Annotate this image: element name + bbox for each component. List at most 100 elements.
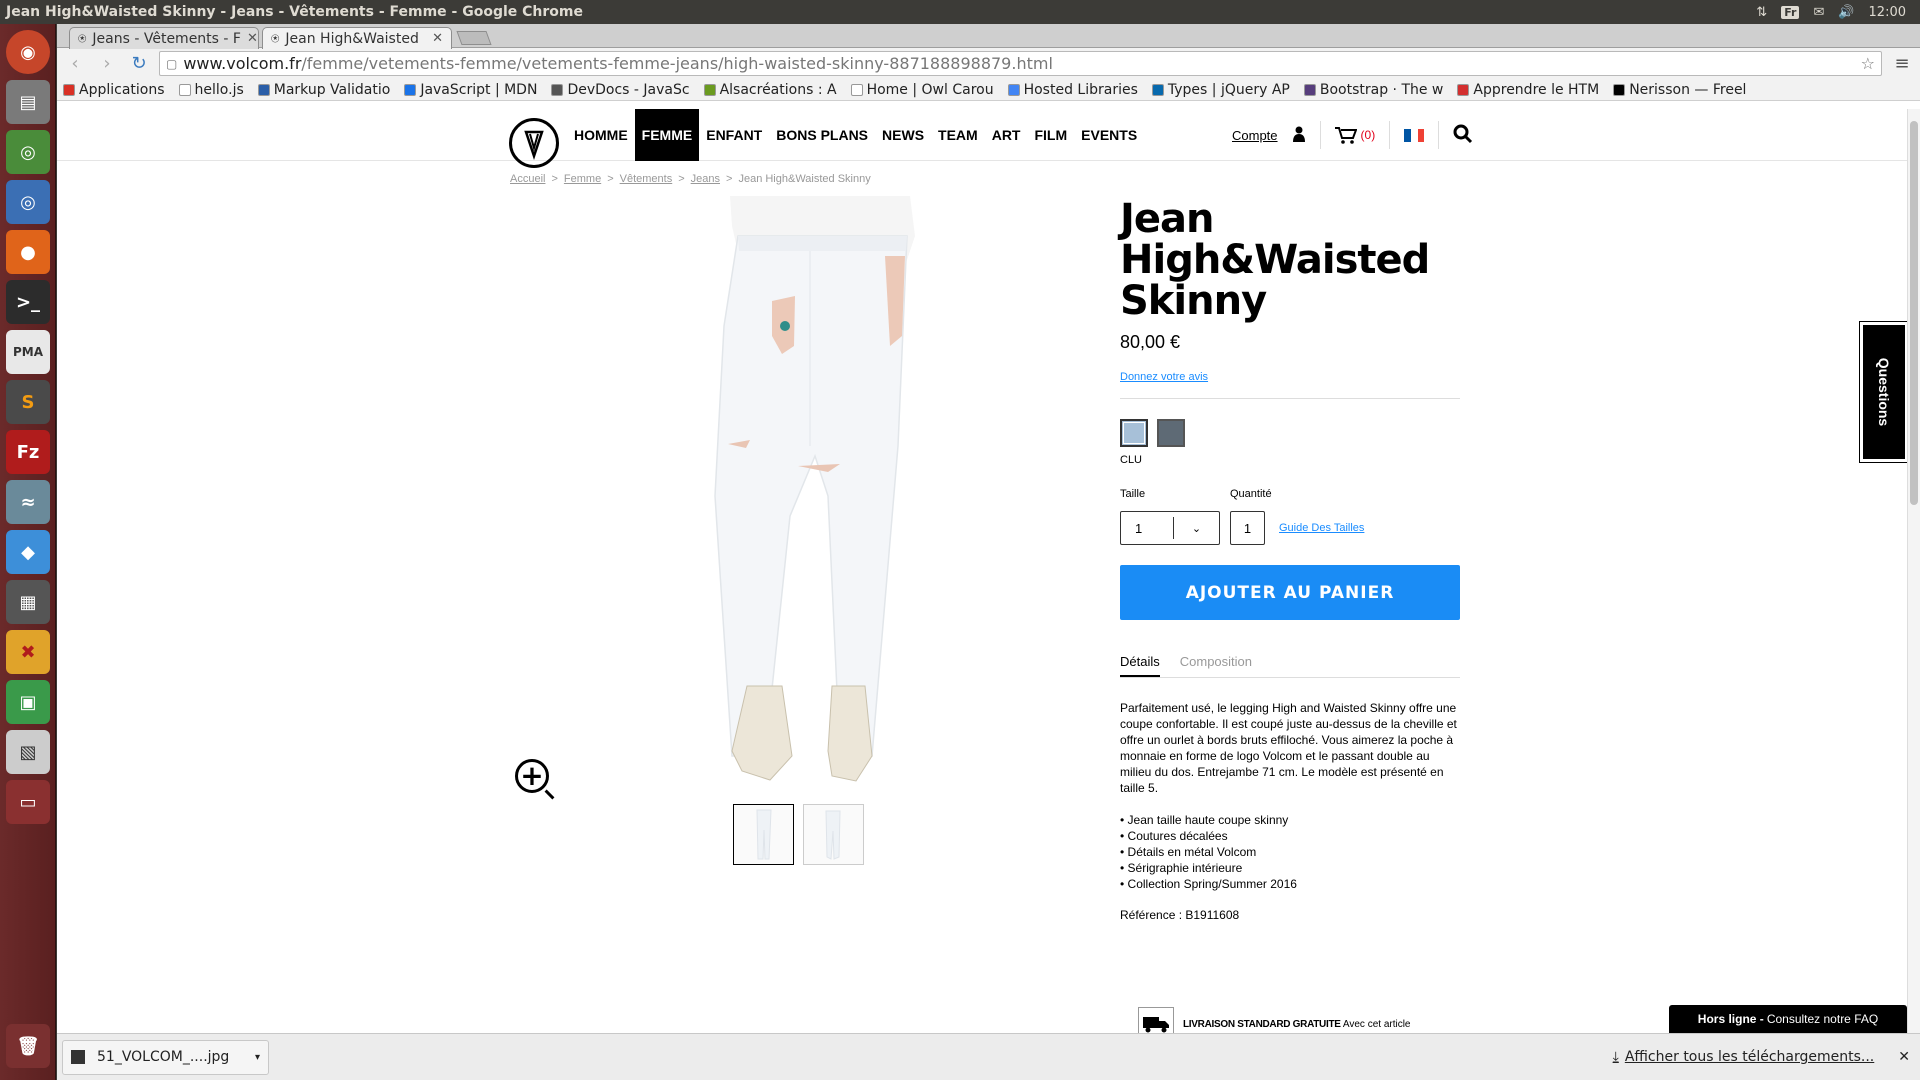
nav-item-news[interactable]: NEWS: [875, 109, 931, 161]
bookmark-star-icon[interactable]: ☆: [1861, 54, 1875, 73]
volcom-favicon-icon: ⍟: [78, 30, 87, 47]
cart-button[interactable]: (0): [1334, 126, 1375, 144]
account-link[interactable]: Compte: [1232, 128, 1278, 143]
questions-tab[interactable]: Questions: [1859, 321, 1909, 463]
show-all-label: Afficher tous les téléchargements...: [1624, 1049, 1875, 1065]
nav-item-art[interactable]: ART: [985, 109, 1028, 161]
bookmark-favicon-icon: [703, 83, 716, 96]
bookmark-item[interactable]: DevDocs - JavaSc: [551, 82, 690, 98]
sublime-text-icon[interactable]: S: [6, 380, 50, 424]
zoom-in-icon[interactable]: +: [515, 759, 549, 793]
bookmark-item[interactable]: Bootstrap · The w: [1303, 82, 1443, 98]
scrollbar-thumb[interactable]: [1910, 121, 1918, 505]
product-main-image[interactable]: [510, 196, 1010, 793]
tab-details[interactable]: Détails: [1120, 654, 1160, 677]
user-icon[interactable]: [1292, 126, 1306, 145]
terminal-icon[interactable]: >_: [6, 280, 50, 324]
mail-icon[interactable]: ✉: [1813, 5, 1824, 20]
size-value: 1: [1135, 520, 1143, 536]
trash-icon[interactable]: 🗑: [6, 1024, 50, 1068]
color-swatch-light-blue[interactable]: [1120, 419, 1148, 447]
tab-jeans[interactable]: ⍟ Jeans - Vêtements - F ✕: [69, 27, 259, 49]
cart-icon: [1334, 127, 1357, 144]
image-viewer-icon[interactable]: ▧: [6, 730, 50, 774]
france-flag-icon[interactable]: [1404, 128, 1425, 142]
bookmark-item[interactable]: Types | jQuery AP: [1151, 81, 1290, 98]
divider: [1120, 398, 1460, 399]
phpmyadmin-icon[interactable]: PMA: [6, 330, 50, 374]
firefox-icon[interactable]: ●: [6, 230, 50, 274]
reload-icon[interactable]: ↻: [127, 53, 151, 74]
clock[interactable]: 12:00: [1869, 5, 1906, 20]
close-tab-icon[interactable]: ✕: [432, 31, 443, 46]
download-item[interactable]: 51_VOLCOM_....jpg ▾: [62, 1039, 269, 1075]
bookmark-item[interactable]: Nerisson — Freel: [1613, 82, 1746, 98]
nav-item-events[interactable]: EVENTS: [1074, 109, 1144, 161]
thumbnail-1[interactable]: [733, 804, 794, 865]
chat-app-icon[interactable]: ✖: [6, 630, 50, 674]
address-bar[interactable]: ▢ www.volcom.fr/femme/vetements-femme/ve…: [159, 51, 1882, 76]
chromium-icon[interactable]: ◎: [6, 180, 50, 224]
cube-icon[interactable]: ▣: [6, 680, 50, 724]
product-reference: Référence : B1911608: [1120, 908, 1240, 922]
back-icon[interactable]: ‹: [63, 53, 87, 74]
chrome-menu-icon[interactable]: ≡: [1890, 53, 1914, 74]
nav-item-homme[interactable]: HOMME: [567, 109, 635, 161]
nav-item-bons-plans[interactable]: BONS PLANS: [769, 109, 875, 161]
add-to-cart-button[interactable]: AJOUTER AU PANIER: [1120, 565, 1460, 620]
size-select[interactable]: 1 ⌄: [1120, 511, 1220, 545]
ubuntu-dash-icon[interactable]: ◉: [6, 30, 50, 74]
page-info-icon[interactable]: ▢: [166, 57, 177, 71]
bookmark-item[interactable]: Apprendre le HTM: [1457, 82, 1599, 98]
browser-toolbar: ‹ › ↻ ▢ www.volcom.fr/femme/vetements-fe…: [57, 48, 1920, 79]
breadcrumb-separator: >: [726, 173, 733, 185]
network-icon[interactable]: ⇅: [1756, 5, 1767, 20]
chat-widget[interactable]: Hors ligne - Consultez notre FAQ: [1669, 1005, 1907, 1033]
bookmark-item[interactable]: Markup Validatio: [257, 82, 390, 98]
nav-item-femme[interactable]: FEMME: [634, 109, 700, 161]
size-guide-link[interactable]: Guide Des Tailles: [1279, 522, 1364, 534]
keyboard-layout-indicator[interactable]: Fr: [1781, 5, 1800, 19]
volcom-logo[interactable]: [509, 118, 559, 168]
breadcrumb-item[interactable]: Femme: [564, 173, 601, 185]
bookmark-item[interactable]: Alsacréations : A: [703, 82, 837, 98]
forward-icon[interactable]: ›: [95, 53, 119, 74]
option-fields: 1 ⌄ 1 Guide Des Tailles: [1120, 511, 1460, 545]
page-scrollbar[interactable]: [1907, 109, 1920, 1033]
color-swatch-grey[interactable]: [1157, 419, 1185, 447]
delivery-title: LIVRAISON STANDARD GRATUITE: [1183, 1018, 1341, 1030]
tab-composition[interactable]: Composition: [1180, 654, 1252, 677]
breadcrumb-item[interactable]: Jeans: [691, 173, 720, 185]
close-downloads-icon[interactable]: ✕: [1898, 1049, 1910, 1065]
bookmark-item[interactable]: Hosted Libraries: [1007, 82, 1138, 98]
bookmark-item[interactable]: Home | Owl Carou: [850, 82, 994, 98]
files-icon[interactable]: ▤: [6, 80, 50, 124]
bookmark-item[interactable]: hello.js: [178, 82, 244, 98]
quantity-input[interactable]: 1: [1230, 511, 1265, 545]
workspace-switcher-icon[interactable]: ▭: [6, 780, 50, 824]
nav-item-enfant[interactable]: ENFANT: [699, 109, 769, 161]
bookmark-item[interactable]: JavaScript | MDN: [404, 82, 537, 98]
app-icon[interactable]: ≈: [6, 480, 50, 524]
review-link[interactable]: Donnez votre avis: [1120, 371, 1460, 383]
nav-item-film[interactable]: FILM: [1027, 109, 1074, 161]
new-tab-button[interactable]: [456, 31, 492, 45]
tab-product[interactable]: ⍟ Jean High&Waisted ✕: [262, 27, 452, 49]
browser-window: ⍟ Jeans - Vêtements - F ✕ ⍟ Jean High&Wa…: [57, 24, 1920, 1080]
breadcrumb-item[interactable]: Accueil: [510, 173, 545, 185]
chrome-icon[interactable]: ◎: [6, 130, 50, 174]
thumbnail-2[interactable]: [803, 804, 864, 865]
chevron-down-icon[interactable]: ▾: [255, 1052, 260, 1063]
search-icon[interactable]: [1453, 124, 1473, 147]
close-tab-icon[interactable]: ✕: [247, 31, 258, 46]
breadcrumb-item[interactable]: Vêtements: [620, 173, 673, 185]
volume-icon[interactable]: 🔊: [1838, 5, 1854, 20]
chat-status: Hors ligne -: [1697, 1012, 1764, 1026]
bookmark-label: Types | jQuery AP: [1167, 81, 1290, 98]
nav-item-team[interactable]: TEAM: [931, 109, 985, 161]
filezilla-icon[interactable]: Fz: [6, 430, 50, 474]
bookmark-item[interactable]: Applications: [63, 82, 165, 98]
show-all-downloads-link[interactable]: ⤓ Afficher tous les téléchargements...: [1613, 1049, 1875, 1065]
dropbox-icon[interactable]: ◆: [6, 530, 50, 574]
calculator-icon[interactable]: ▦: [6, 580, 50, 624]
